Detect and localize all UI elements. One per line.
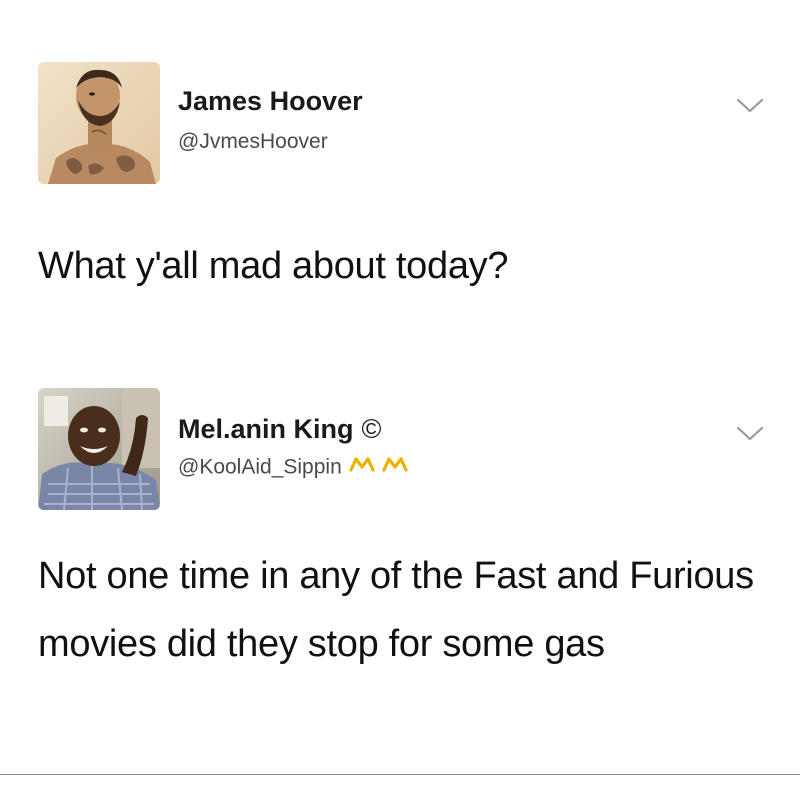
copyright-badge: © — [361, 414, 382, 444]
divider — [0, 774, 800, 775]
chevron-down-icon[interactable] — [735, 96, 765, 116]
display-name-text: Mel.anin King — [178, 414, 354, 444]
tweet-text: What y'all mad about today? — [38, 245, 509, 287]
avatar[interactable] — [38, 62, 160, 184]
chevron-down-icon[interactable] — [735, 424, 765, 444]
display-name[interactable]: James Hoover — [178, 86, 363, 117]
avatar[interactable] — [38, 388, 160, 510]
crown-icon — [348, 454, 418, 482]
tweet-text: Not one time in any of the Fast and Furi… — [38, 555, 754, 665]
display-name[interactable]: Mel.anin King © — [178, 414, 381, 445]
handle[interactable]: @KoolAid_Sippin — [178, 454, 418, 482]
handle[interactable]: @JvmesHoover — [178, 130, 328, 154]
handle-text: @KoolAid_Sippin — [178, 455, 342, 479]
